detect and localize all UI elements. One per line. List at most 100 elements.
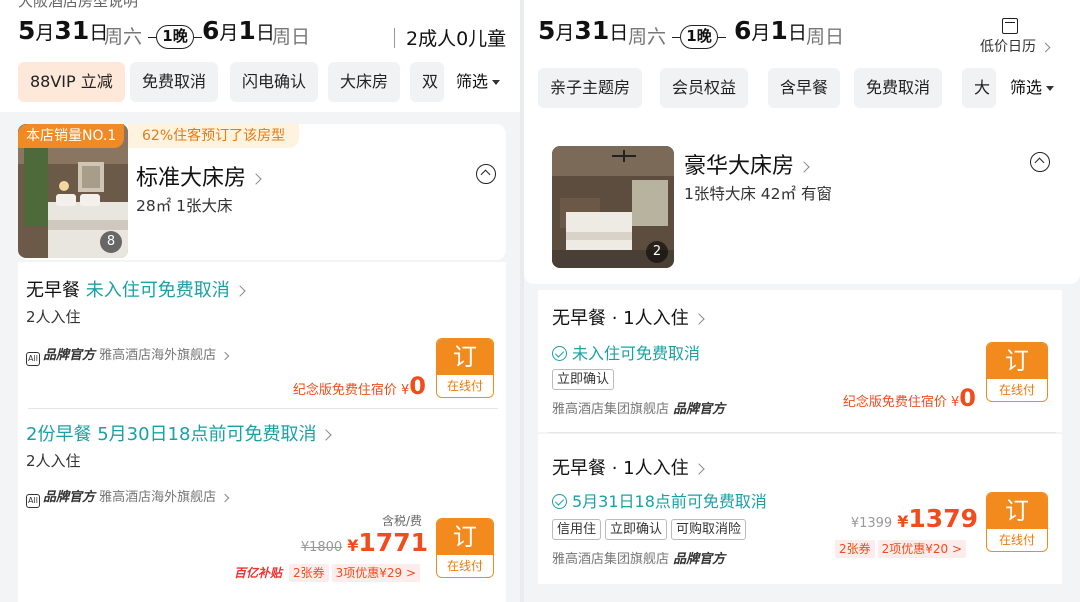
check-circle-icon (552, 494, 567, 509)
chevron-right-icon (798, 161, 810, 173)
tag-row: 立即确认 (552, 368, 618, 390)
room-title[interactable]: 标准大床房 (136, 160, 262, 192)
offer-item[interactable]: 2份早餐 5月30日18点前可免费取消 2人入住 All 品牌官方 雅高酒店海外旗… (18, 410, 506, 602)
nights-count: 1晚 (148, 25, 202, 49)
offer-item[interactable]: 无早餐 · 1人入住 5月31日18点前可免费取消 信用住 立即确认 可购取消险 雅… (538, 434, 1062, 584)
cancel-policy: 未入住可免费取消 (552, 340, 700, 364)
chip-large[interactable]: 大 (962, 68, 996, 108)
tag: 信用住 (552, 519, 602, 540)
checkin-date[interactable]: 5月31日 (538, 16, 628, 45)
chevron-right-icon (1040, 42, 1051, 52)
checkout-date[interactable]: 6月1日 (202, 16, 275, 45)
collapse-icon[interactable] (476, 164, 496, 184)
chevron-right-icon (220, 493, 230, 502)
left-screenshot-panel: 大阪酒店房型说明 5月31日 周六 1晚 6月1日 周日 2成人0儿童 88VI… (0, 0, 520, 602)
chevron-right-icon (320, 429, 333, 441)
coupon-chip[interactable]: 2张券 (289, 564, 329, 582)
chevron-right-icon (692, 463, 705, 475)
filter-button[interactable]: 筛选 (1000, 68, 1055, 108)
room-specs: 28㎡ 1张大床 (136, 197, 233, 215)
book-button[interactable]: 订 在线付 (986, 492, 1048, 552)
collapse-icon[interactable] (1030, 152, 1050, 172)
coupon-chip[interactable]: 2张券 (835, 540, 875, 558)
offer-title: 无早餐 未入住可免费取消 (26, 276, 246, 302)
tag-row: 信用住 立即确认 可购取消险 (552, 518, 750, 540)
cut-off-header-text: 大阪酒店房型说明 (18, 0, 139, 10)
guests-selector[interactable]: 2成人0儿童 (406, 24, 506, 51)
date-bar[interactable]: 5月31日 周六 1晚 6月1日 周日 低价日历 (524, 0, 1080, 62)
photo-count: 8 (100, 231, 122, 253)
chip-family-theme[interactable]: 亲子主题房 (538, 68, 643, 108)
seller[interactable]: 雅高酒店集团旗舰店 品牌官方 (552, 398, 725, 417)
offer-item[interactable]: 无早餐 · 1人入住 未入住可免费取消 立即确认 雅高酒店集团旗舰店 品牌官方 … (538, 290, 1062, 432)
room-photo[interactable]: 2 (552, 146, 674, 268)
caret-down-icon (1046, 86, 1055, 91)
offer-title: 无早餐 · 1人入住 (552, 304, 705, 330)
filter-label: 筛选 (1010, 78, 1043, 97)
chevron-right-icon (692, 313, 705, 325)
right-screenshot-panel: 5月31日 周六 1晚 6月1日 周日 低价日历 亲子主题房 会员权益 含早餐 … (524, 0, 1080, 602)
tag: 可购取消险 (671, 519, 747, 540)
chip-member-benefits[interactable]: 会员权益 (660, 68, 749, 108)
cancel-policy: 5月31日18点前可免费取消 (552, 488, 767, 512)
filter-label: 筛选 (456, 72, 489, 91)
checkin-weekday: 周六 (628, 26, 667, 48)
promo-price: 纪念版免费住宿价 ¥0 (292, 372, 426, 400)
chip-88vip[interactable]: 88VIP 立减 (18, 62, 125, 102)
filter-button[interactable]: 筛选 (446, 62, 501, 102)
tag: 立即确认 (552, 369, 615, 390)
checkout-weekday: 周日 (806, 26, 845, 48)
chip-free-cancel[interactable]: 免费取消 (130, 62, 219, 102)
filter-chip-row: 88VIP 立减 免费取消 闪电确认 大床房 双 筛选 (0, 54, 520, 112)
chip-king-bed[interactable]: 大床房 (328, 62, 401, 102)
discount-row[interactable]: 百亿补贴 2张券 3项优惠¥29 > (234, 564, 421, 582)
check-circle-icon (552, 346, 567, 361)
seller[interactable]: All 品牌官方 雅高酒店海外旗舰店 (26, 344, 230, 366)
brand-logo-icon: All (26, 494, 40, 508)
low-price-calendar[interactable]: 低价日历 (980, 36, 1051, 56)
book-button[interactable]: 订 在线付 (986, 342, 1048, 402)
date-bar[interactable]: 大阪酒店房型说明 5月31日 周六 1晚 6月1日 周日 2成人0儿童 (0, 0, 520, 56)
occupancy: 2人入住 (26, 452, 81, 470)
checkout-date[interactable]: 6月1日 (734, 16, 807, 45)
room-card[interactable]: 2 豪华大床房 1张特大床 42㎡ 有窗 (524, 118, 1080, 284)
offer-title: 无早餐 · 1人入住 (552, 454, 705, 480)
offer-item[interactable]: 无早餐 未入住可免费取消 2人入住 All 品牌官方 雅高酒店海外旗舰店 纪念版免… (18, 262, 506, 410)
promo-price: 纪念版免费住宿价 ¥0 (842, 384, 976, 412)
checkin-weekday: 周六 (104, 26, 143, 48)
room-title[interactable]: 豪华大床房 (684, 148, 810, 180)
book-button[interactable]: 订 在线付 (436, 518, 494, 578)
chip-twin[interactable]: 双 (410, 62, 444, 102)
discount-chip[interactable]: 2项优惠¥20 > (877, 540, 967, 558)
occupancy: 2人入住 (26, 308, 81, 326)
tag: 立即确认 (605, 519, 668, 540)
book-button[interactable]: 订 在线付 (436, 338, 494, 398)
badge-top-seller: 本店销量NO.1 (18, 124, 125, 148)
chip-free-cancel[interactable]: 免费取消 (854, 68, 943, 108)
filter-chip-row: 亲子主题房 会员权益 含早餐 免费取消 大 筛选 (524, 60, 1080, 118)
chevron-right-icon (220, 351, 230, 360)
price: ¥1399 ¥1379 (850, 504, 978, 533)
checkin-date[interactable]: 5月31日 (18, 16, 108, 45)
divider (548, 432, 1056, 433)
nights-count: 1晚 (672, 25, 726, 49)
chevron-right-icon (234, 285, 246, 297)
discount-chip[interactable]: 3项优惠¥29 > (331, 564, 421, 582)
calendar-icon (1002, 18, 1018, 34)
chevron-right-icon (250, 173, 262, 185)
subsidy-badge: 百亿补贴 (234, 566, 283, 580)
offer-title: 2份早餐 5月30日18点前可免费取消 (26, 420, 333, 446)
photo-count: 2 (646, 241, 668, 263)
chip-instant-confirm[interactable]: 闪电确认 (230, 62, 319, 102)
seller[interactable]: 雅高酒店集团旗舰店 品牌官方 (552, 548, 725, 567)
tax-note: 含税/费 (382, 514, 423, 528)
brand-logo-icon: All (26, 352, 40, 366)
checkout-weekday: 周日 (272, 26, 311, 48)
divider (394, 28, 395, 48)
divider (28, 408, 498, 409)
caret-down-icon (492, 80, 501, 85)
price: ¥1800 ¥1771 (300, 528, 428, 557)
chip-breakfast[interactable]: 含早餐 (768, 68, 841, 108)
discount-row[interactable]: 2张券 2项优惠¥20 > (832, 540, 967, 558)
seller[interactable]: All 品牌官方 雅高酒店海外旗舰店 (26, 486, 230, 508)
